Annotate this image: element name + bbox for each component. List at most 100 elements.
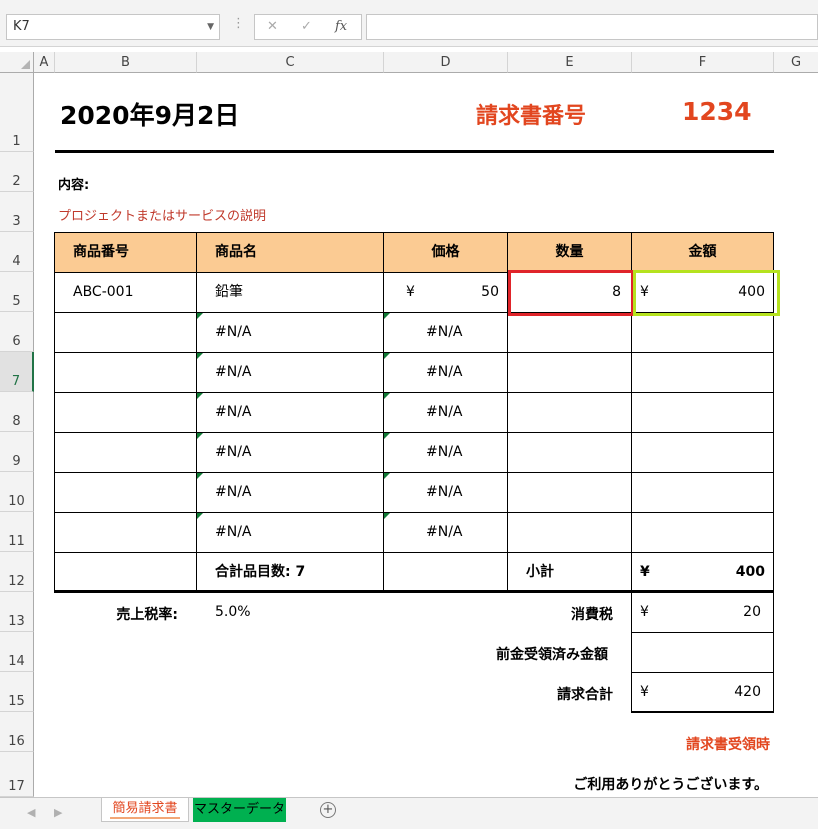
table-cell[interactable] (55, 513, 197, 553)
invoice-number[interactable]: 1234 (682, 97, 752, 126)
row-header-15[interactable]: 15 (0, 672, 34, 712)
row-header-12[interactable]: 12 (0, 552, 34, 592)
table-cell[interactable] (55, 353, 197, 393)
prepaid-cell[interactable] (632, 633, 774, 673)
table-cell[interactable] (55, 433, 197, 473)
item-price-cell[interactable]: #N/A (384, 393, 508, 433)
row-header-5[interactable]: 5 (0, 272, 34, 312)
item-name-cell[interactable]: #N/A (197, 433, 384, 473)
item-quantity-cell[interactable] (508, 313, 632, 353)
row-header-6[interactable]: 6 (0, 312, 34, 352)
sheet-tab-invoice[interactable]: 簡易請求書 (101, 798, 189, 822)
item-price-cell[interactable]: #N/A (384, 473, 508, 513)
item-amount-cell[interactable] (632, 353, 774, 393)
column-header-c[interactable]: C (197, 52, 384, 73)
item-quantity-cell[interactable] (508, 353, 632, 393)
item-price-cell[interactable]: #N/A (384, 433, 508, 473)
item-name-cell[interactable]: 鉛筆 (197, 273, 384, 313)
row-header-1[interactable]: 1 (0, 73, 34, 152)
row-header-9[interactable]: 9 (0, 432, 34, 472)
content-label[interactable]: 内容: (58, 174, 89, 193)
item-quantity-cell[interactable] (508, 433, 632, 473)
total-items-count[interactable]: 合計品目数: 7 (197, 553, 384, 591)
row-header-7[interactable]: 7 (0, 352, 34, 392)
item-name-cell[interactable]: #N/A (197, 473, 384, 513)
table-cell[interactable] (55, 473, 197, 513)
chevron-down-icon[interactable]: ▼ (207, 15, 214, 39)
tax-cell[interactable]: ¥ 20 (632, 593, 774, 633)
item-name-cell[interactable]: #N/A (197, 393, 384, 433)
add-sheet-icon[interactable]: + (320, 802, 336, 818)
row-header-2[interactable]: 2 (0, 152, 34, 192)
cancel-icon[interactable]: ✕ (267, 19, 278, 34)
item-price-cell[interactable]: #N/A (384, 513, 508, 553)
column-header-b[interactable]: B (55, 52, 197, 73)
insert-function-icon[interactable]: fx (335, 19, 347, 34)
table-cell[interactable] (55, 313, 197, 353)
row-header-4[interactable]: 4 (0, 232, 34, 272)
item-quantity-cell[interactable] (508, 473, 632, 513)
item-amount-cell[interactable] (632, 313, 774, 353)
tax-label[interactable]: 消費税 (480, 604, 613, 624)
column-header-d[interactable]: D (384, 52, 508, 73)
thank-you-message[interactable]: ご利用ありがとうございます。 (540, 774, 768, 794)
item-amount-cell[interactable] (632, 473, 774, 513)
project-description[interactable]: プロジェクトまたはサービスの説明 (58, 205, 266, 224)
table-cell[interactable] (384, 553, 508, 591)
subtotal-label[interactable]: 小計 (508, 553, 632, 591)
invoice-date[interactable]: 2020年9月2日 (60, 96, 239, 132)
row-header-11[interactable]: 11 (0, 512, 34, 552)
item-amount-cell[interactable] (632, 393, 774, 433)
currency-symbol: ¥ (406, 284, 415, 300)
scroll-left-icon[interactable]: ◀ (27, 806, 35, 819)
receipt-note[interactable]: 請求書受領時 (600, 734, 770, 754)
tax-rate-value[interactable]: 5.0% (215, 604, 251, 620)
header-price[interactable]: 価格 (384, 233, 508, 273)
item-code-cell[interactable]: ABC-001 (55, 273, 197, 313)
row-header-17[interactable]: 17 (0, 752, 34, 797)
scroll-right-icon[interactable]: ▶ (54, 806, 62, 819)
item-quantity-cell[interactable] (508, 513, 632, 553)
header-amount[interactable]: 金額 (632, 233, 774, 273)
formula-bar: K7 ▼ ⋮ ✕ ✓ fx (0, 0, 818, 47)
subtotal-cell[interactable]: ¥ 400 (632, 553, 774, 591)
name-box[interactable]: K7 ▼ (6, 14, 220, 40)
item-name-cell[interactable]: #N/A (197, 513, 384, 553)
item-name-cell[interactable]: #N/A (197, 353, 384, 393)
table-cell[interactable] (55, 393, 197, 433)
item-quantity-cell[interactable] (508, 393, 632, 433)
column-header-f[interactable]: F (632, 52, 774, 73)
tax-rate-label[interactable]: 売上税率: (60, 604, 178, 624)
invoice-number-label[interactable]: 請求書番号 (476, 98, 586, 130)
column-header-g[interactable]: G (774, 52, 818, 73)
item-amount-cell[interactable] (632, 513, 774, 553)
summary-box-border (631, 593, 632, 713)
column-header-a[interactable]: A (34, 52, 55, 73)
grand-total-label[interactable]: 請求合計 (480, 684, 613, 704)
title-divider (55, 150, 774, 153)
row-header-8[interactable]: 8 (0, 392, 34, 432)
header-item-name[interactable]: 商品名 (197, 233, 384, 273)
formula-input[interactable] (366, 14, 818, 40)
sheet-tab-master-data[interactable]: マスターデータ (193, 798, 286, 822)
row-header-3[interactable]: 3 (0, 192, 34, 232)
header-quantity[interactable]: 数量 (508, 233, 632, 273)
table-cell[interactable] (55, 553, 197, 591)
item-price-cell[interactable]: #N/A (384, 313, 508, 353)
more-options-icon[interactable]: ⋮ (232, 16, 245, 31)
row-header-16[interactable]: 16 (0, 712, 34, 752)
row-header-13[interactable]: 13 (0, 592, 34, 632)
enter-icon[interactable]: ✓ (301, 19, 312, 34)
row-header-10[interactable]: 10 (0, 472, 34, 512)
column-header-e[interactable]: E (508, 52, 632, 73)
prepaid-label[interactable]: 前金受領済み金額 (440, 644, 608, 664)
item-amount-cell[interactable] (632, 433, 774, 473)
header-item-code[interactable]: 商品番号 (55, 233, 197, 273)
grand-total-cell[interactable]: ¥ 420 (632, 673, 774, 712)
item-price-cell[interactable]: #N/A (384, 353, 508, 393)
item-price-cell[interactable]: ¥ 50 (384, 273, 508, 313)
item-name-cell[interactable]: #N/A (197, 313, 384, 353)
select-all-corner[interactable] (0, 52, 34, 73)
row-header-14[interactable]: 14 (0, 632, 34, 672)
subtotal-value: 400 (735, 564, 765, 580)
